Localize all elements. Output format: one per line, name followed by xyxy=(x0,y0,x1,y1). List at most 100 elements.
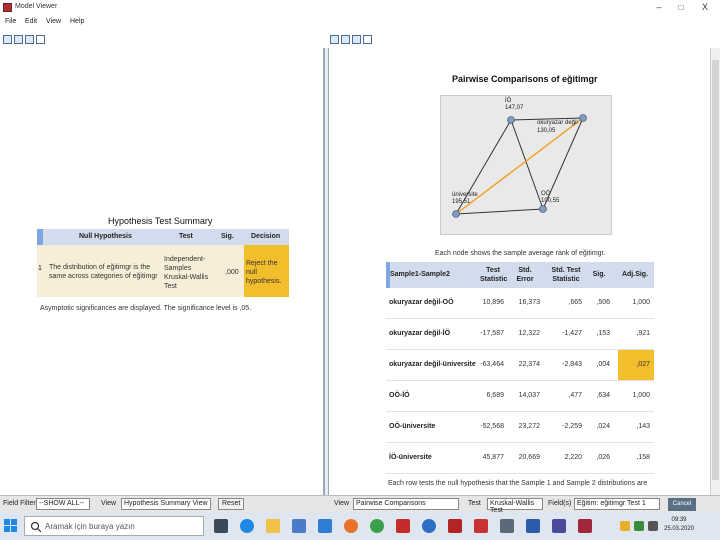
app-icon[interactable] xyxy=(448,519,462,533)
row-label: okuryazar değil-OÖ xyxy=(389,299,454,306)
node-io-name: İÖ xyxy=(505,98,512,104)
pdf-icon[interactable] xyxy=(474,519,488,533)
sig: ,024 xyxy=(596,423,610,430)
node-okuryazar-name: okuryazar değil xyxy=(537,120,578,126)
windows-taskbar: Aramak için buraya yazın 09:39 25.03.202… xyxy=(0,512,720,540)
table-row[interactable]: OÖ-üniversite -52,568 23,272 -2,259 ,024… xyxy=(386,412,654,443)
adj-sig: ,027 xyxy=(636,361,650,368)
sig: ,506 xyxy=(596,299,610,306)
menu-help[interactable]: Help xyxy=(70,18,84,25)
adj-sig: ,158 xyxy=(636,454,650,461)
chrome-icon[interactable] xyxy=(370,519,384,533)
pivot-icon[interactable] xyxy=(330,35,339,44)
sig: ,026 xyxy=(596,454,610,461)
title-bar: Model Viewer – □ X xyxy=(0,0,720,16)
task-view-icon[interactable] xyxy=(214,519,228,533)
menu-file[interactable]: File xyxy=(5,18,16,25)
test-statistic: -17,587 xyxy=(480,330,504,337)
zoom-icon[interactable] xyxy=(422,519,436,533)
file-explorer-icon[interactable] xyxy=(266,519,280,533)
header-decision[interactable]: Decision xyxy=(251,233,280,240)
vertical-scrollbar[interactable] xyxy=(710,48,720,495)
copy-icon[interactable] xyxy=(3,35,12,44)
taskbar-search[interactable]: Aramak için buraya yazın xyxy=(24,516,204,536)
node-okuryazar-value: 130,05 xyxy=(537,128,556,134)
scrollbar-thumb[interactable] xyxy=(712,60,719,480)
header-std-test-statistic[interactable]: Std. Test Statistic xyxy=(544,266,588,284)
test-statistic: 10,896 xyxy=(482,299,504,306)
adj-sig: 1,000 xyxy=(632,392,650,399)
spss-icon[interactable] xyxy=(578,519,592,533)
fields-label: Field(s) xyxy=(548,500,572,507)
std-error: 23,272 xyxy=(518,423,540,430)
right-toolbar xyxy=(328,33,428,47)
std-test-statistic: -1,427 xyxy=(562,330,582,337)
header-sig[interactable]: Sig. xyxy=(591,270,607,279)
header-std-error[interactable]: Std. Error xyxy=(514,266,536,284)
view-select[interactable]: Hypothesis Summary View xyxy=(121,498,211,510)
copy-special-icon[interactable] xyxy=(14,35,23,44)
std-error: 20,669 xyxy=(518,454,540,461)
start-logo-tile xyxy=(4,519,10,525)
cancel-button[interactable]: Cancel xyxy=(668,498,696,511)
reset-button[interactable]: Reset xyxy=(218,498,245,510)
node-oo-name: OÖ xyxy=(541,191,551,197)
test-select[interactable]: Kruskal-Wallis Test xyxy=(487,498,543,514)
chart-icon[interactable] xyxy=(352,35,361,44)
search-icon xyxy=(30,521,42,533)
header-adj-sig[interactable]: Adj.Sig. xyxy=(618,270,652,279)
std-error: 14,037 xyxy=(518,392,540,399)
test-statistic: 45,877 xyxy=(482,454,504,461)
volume-icon[interactable] xyxy=(648,521,658,531)
header-test[interactable]: Test xyxy=(179,233,193,240)
print-icon[interactable] xyxy=(25,35,34,44)
node-universite[interactable] xyxy=(452,210,460,218)
model-viewer-window: Model Viewer – □ X File Edit View Help H… xyxy=(0,0,720,540)
left-toolbar xyxy=(0,33,320,47)
close-button[interactable]: X xyxy=(694,1,716,14)
table-row[interactable]: İÖ-üniversite 45,877 20,669 2,220 ,026 ,… xyxy=(386,443,654,474)
view-label: View xyxy=(101,500,117,507)
hypothesis-summary-title: Hypothesis Test Summary xyxy=(108,216,213,226)
node-universite-value: 195,51 xyxy=(452,199,471,205)
network-icon[interactable] xyxy=(634,521,644,531)
start-button[interactable] xyxy=(4,519,18,533)
app-icon[interactable] xyxy=(500,519,514,533)
table-row[interactable]: OÖ-İÖ 6,689 14,037 ,477 ,634 1,000 xyxy=(386,381,654,412)
test-statistic: -52,568 xyxy=(480,423,504,430)
minimize-button[interactable]: – xyxy=(648,1,670,14)
tray-icon[interactable] xyxy=(620,521,630,531)
export-icon[interactable] xyxy=(36,35,45,44)
hypothesis-summary-table: Null Hypothesis Test Sig. Decision 1 The… xyxy=(37,229,289,297)
network-svg xyxy=(452,114,587,218)
field-filter-select[interactable]: --SHOW ALL-- xyxy=(36,498,90,510)
app-icon[interactable] xyxy=(552,519,566,533)
menu-edit[interactable]: Edit xyxy=(25,18,37,25)
header-sig[interactable]: Sig. xyxy=(221,233,234,240)
mail-icon[interactable] xyxy=(318,519,332,533)
office-icon[interactable] xyxy=(396,519,410,533)
node-io[interactable] xyxy=(507,116,515,124)
node-oo[interactable] xyxy=(539,205,547,213)
export-icon[interactable] xyxy=(363,35,372,44)
header-test-statistic[interactable]: Test Statistic xyxy=(480,266,507,284)
copy-icon[interactable] xyxy=(341,35,350,44)
table-row[interactable]: okuryazar değil-üniversite -63,464 22,37… xyxy=(386,350,654,381)
row-label: OÖ-İÖ xyxy=(389,392,410,399)
word-icon[interactable] xyxy=(526,519,540,533)
table-row[interactable]: okuryazar değil-İÖ -17,587 12,322 -1,427… xyxy=(386,319,654,350)
node-okuryazar[interactable] xyxy=(579,114,587,122)
view2-select[interactable]: Pairwise Comparisons xyxy=(353,498,459,510)
fields-select[interactable]: Eğitim: eğitimgr Test 1 xyxy=(574,498,660,510)
store-icon[interactable] xyxy=(292,519,306,533)
header-null-hypothesis[interactable]: Null Hypothesis xyxy=(79,233,132,240)
firefox-icon[interactable] xyxy=(344,519,358,533)
table-row[interactable]: okuryazar değil-OÖ 10,896 16,373 ,665 ,5… xyxy=(386,288,654,319)
edge-icon[interactable] xyxy=(240,519,254,533)
menu-view[interactable]: View xyxy=(46,18,61,25)
header-sample[interactable]: Sample1-Sample2 xyxy=(390,270,450,279)
taskbar-clock[interactable]: 09:39 25.03.2020 xyxy=(664,516,694,534)
std-error: 16,373 xyxy=(518,299,540,306)
maximize-button[interactable]: □ xyxy=(670,1,692,14)
clock-time: 09:39 xyxy=(671,517,687,523)
